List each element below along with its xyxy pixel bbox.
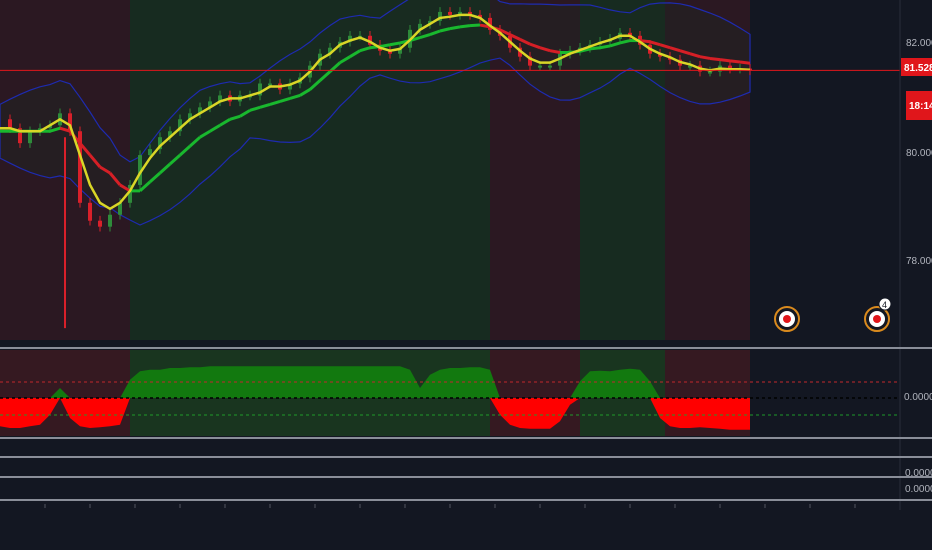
extra-pane-2-zero: 0.0000 xyxy=(905,484,932,495)
slow-ma-segment xyxy=(719,58,731,63)
slow-ma-segment xyxy=(449,25,461,31)
extra-pane-1-zero: 0.0000 xyxy=(905,468,932,479)
candle-body xyxy=(148,149,152,156)
slow-ma-segment xyxy=(389,41,401,47)
slow-ma-segment xyxy=(739,60,751,65)
countdown-value: 18:14 xyxy=(909,101,932,112)
slow-ma-segment xyxy=(599,44,611,50)
candle-body xyxy=(538,65,542,68)
candle-body xyxy=(88,202,92,221)
slow-ma-segment xyxy=(469,23,481,28)
price-tick-82: 82.000 xyxy=(906,38,932,49)
price-tick-80: 80.000 xyxy=(906,148,932,159)
slow-ma-segment xyxy=(699,55,711,60)
trading-chart[interactable]: 82.000 80.000 78.000 81.528 18:14 4 xyxy=(0,0,932,550)
countdown-tag: 18:14 xyxy=(906,91,932,120)
event-dot-icon xyxy=(783,315,791,323)
candle-body xyxy=(98,220,102,227)
event-marker-1[interactable] xyxy=(774,306,800,332)
candle-body xyxy=(28,131,32,144)
candle-body xyxy=(448,11,452,15)
candle-body xyxy=(108,214,112,227)
candle-body xyxy=(268,83,272,86)
current-price-tag: 81.528 xyxy=(901,58,932,76)
slow-ma-segment xyxy=(379,43,391,49)
event-badge-count: 4 xyxy=(882,300,887,310)
slow-ma-segment xyxy=(459,24,471,29)
slow-ma-segment xyxy=(729,59,741,64)
slow-ma-segment xyxy=(549,49,561,54)
candle-body xyxy=(548,65,552,68)
price-tick-78: 78.000 xyxy=(906,256,932,267)
candle-body xyxy=(708,71,712,74)
candle-body xyxy=(8,119,12,129)
event-dot-icon xyxy=(873,315,881,323)
slow-ma-segment xyxy=(589,46,601,51)
oscillator-tick-zero: 0.0000 xyxy=(904,392,932,403)
current-price-value: 81.528 xyxy=(904,63,932,74)
slow-ma-segment xyxy=(709,56,721,62)
